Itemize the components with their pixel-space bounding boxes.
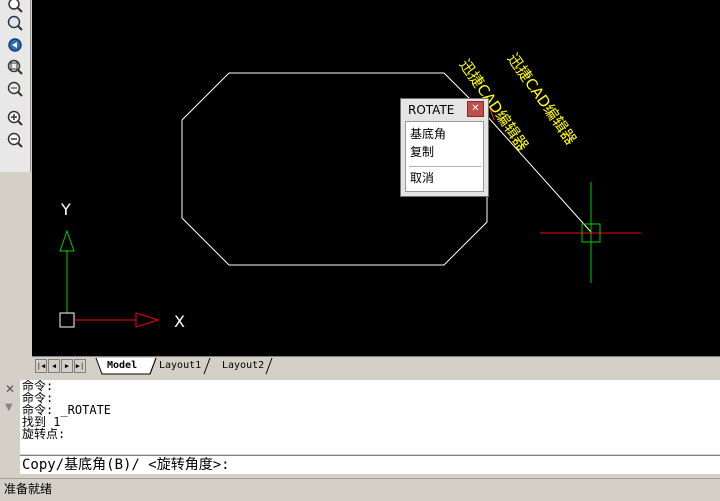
command-input[interactable]: Copy/基底角(B)/ <旋转角度>: [20,455,720,474]
menu-item-copy[interactable]: 复制 [410,144,434,160]
command-history: 命令: 命令: 命令: _ROTATE 找到 1 旋转点: [20,380,720,454]
zoom-out-icon[interactable] [6,131,24,149]
command-history-line: 命令: [22,380,54,393]
prev-tab-button[interactable]: ◀ [48,359,60,373]
ucs-x-label: X [174,312,185,331]
drawing-canvas[interactable]: Y X 迅捷CAD编辑器 迅捷CAD编辑器 ROTATE ✕ 基底角 复制 取消 [32,0,720,356]
command-history-line: 旋转点: [22,427,66,441]
zoom-previous-icon[interactable] [6,36,24,54]
status-text: 准备就绪 [4,482,53,496]
menu-item-cancel[interactable]: 取消 [410,170,434,186]
ucs-y-label: Y [60,200,71,219]
toolbar-gap [0,172,32,356]
rotate-context-menu: ROTATE ✕ 基底角 复制 取消 [400,98,489,197]
tab-layout1[interactable]: Layout1 [159,358,201,374]
zoom-all-icon[interactable] [6,80,24,98]
zoom-in-icon[interactable] [6,109,24,127]
menu-item-base-angle[interactable]: 基底角 [410,126,446,142]
first-tab-button[interactable]: |◀ [35,359,47,373]
zoom-realtime-icon[interactable] [6,0,24,14]
zoom-window-icon[interactable] [6,14,24,32]
context-menu-title: ROTATE [408,103,455,117]
chevron-down-icon[interactable]: ▼ [5,402,13,413]
ucs-y-arrow [59,229,75,252]
command-window: ✕ ▼ 命令: 命令: 命令: _ROTATE 找到 1 旋转点: Copy/基… [0,378,720,476]
next-tab-button[interactable]: ▶ [61,359,73,373]
command-window-gutter: ✕ ▼ [0,378,20,476]
command-history-line: 命令: _ROTATE [22,403,112,417]
last-tab-button[interactable]: ▶| [74,359,86,373]
zoom-toolbar [0,0,31,172]
tab-model[interactable]: Model [107,358,137,374]
tab-layout2[interactable]: Layout2 [222,358,264,374]
command-history-line: 命令: [22,391,54,405]
menu-separator [409,166,481,167]
close-icon[interactable]: ✕ [467,101,484,117]
status-bar: 准备就绪 [0,478,720,501]
context-menu-body: 基底角 复制 取消 [405,121,484,192]
command-history-line: 找到 1 [22,415,61,429]
ucs-origin-box [59,312,75,328]
layout-tab-bar: |◀ ◀ ▶ ▶| Model Layout1 Layout2 [32,356,720,375]
ucs-x-arrow [135,312,160,328]
close-icon[interactable]: ✕ [5,383,15,395]
context-menu-titlebar[interactable]: ROTATE ✕ [405,101,484,119]
zoom-extents-icon[interactable] [6,58,24,76]
canvas-svg: Y X 迅捷CAD编辑器 迅捷CAD编辑器 [59,50,641,331]
